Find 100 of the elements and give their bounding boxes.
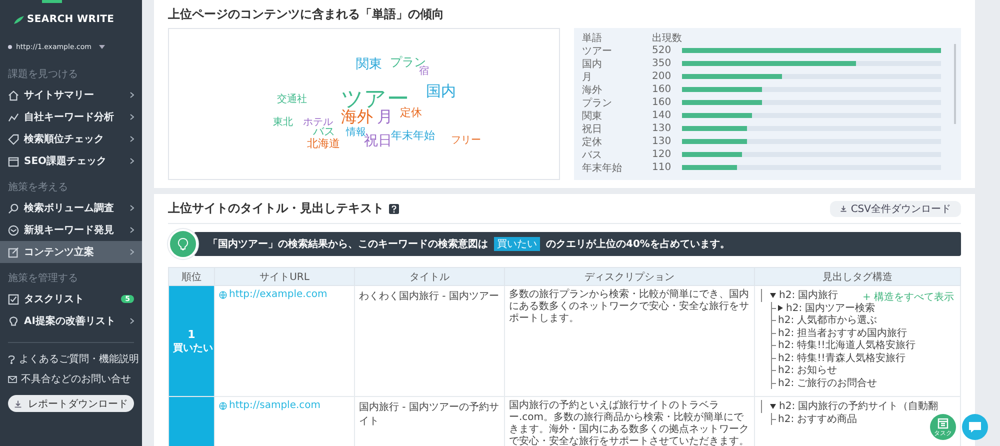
heading-item: h2: ご旅行のお問合せ [778,376,878,390]
count-value: 160 [652,84,672,95]
nav-item[interactable]: 検索ボリューム調査 [0,197,142,219]
chevron-icon [130,92,134,98]
nav-item[interactable]: サイトサマリー [0,84,142,106]
heading-item: h2: 国内ツアー検索 [786,302,876,314]
heading-item: h2: 特集!!青森人気格安旅行 [778,352,906,365]
section-title: 上位ページのコンテンツに含まれる「単語」の傾向 [168,6,445,23]
insight-text: 「国内ツアー」の検索結果から、このキーワードの検索意図は [208,238,488,251]
edit-icon [8,246,19,258]
word-label: 国内 [582,58,603,70]
page-description: 多数の旅行プランから検索・比較が簡単にでき、国内にある数多くのネットワークで安心・安全な旅行をサポートします。 [509,289,750,325]
cloud-word: バス [313,126,335,137]
word-label: ツアー [582,44,613,58]
cloud-word: 祝日 [364,134,392,148]
nav-item[interactable]: 新規キーワード発見 [0,219,142,241]
home-icon [8,90,19,100]
help-link[interactable]: 不具合などのお問い合せ [0,369,142,389]
heading-item: h2: 特集!!北海道人気格安旅行 [778,338,916,352]
help-icon[interactable] [389,204,399,214]
report-download-button[interactable]: レポートダウンロード [8,395,134,412]
caret-icon [99,45,106,49]
column-header: 単語 [582,32,603,44]
toggle-icon[interactable] [770,292,776,298]
lightbulb-icon [168,229,198,259]
tag-icon [8,134,19,144]
help-link[interactable]: よくあるご質問・機能説明 [0,349,142,369]
chat-icon [968,421,982,433]
leaf-icon [14,16,24,24]
count-value: 130 [652,123,672,134]
chevron-icon [130,136,134,142]
heading-item: h2: おすすめ商品 [778,412,858,426]
cloud-word: 年末年始 [391,130,435,141]
cloud-word: 東北 [273,118,293,128]
logo-text: SEARCH WRITE [27,14,114,25]
word-label: 月 [582,70,593,84]
count-value: 140 [652,110,672,121]
toggle-icon[interactable] [770,404,776,409]
download-icon [840,205,847,212]
chevron-icon [130,114,134,120]
cloud-word: 宿 [419,67,429,77]
insight-text: のクエリが上位の40%を占めています。 [546,238,730,251]
nav-item[interactable]: コンテンツ立案 [0,241,142,263]
calendar-icon [937,416,949,428]
section-label: 施策を管理する [7,272,79,286]
search-icon [8,202,19,214]
cloud-word: フリー [451,136,481,146]
toggle-icon[interactable] [778,304,783,311]
cloud-word: 交通社 [277,95,307,105]
globe-icon [219,402,227,410]
heading-item: h2: 国内旅行 [779,288,838,302]
word-label: プラン [582,96,613,110]
section-title: 上位サイトのタイトル・見出しテキスト [168,200,384,217]
count-value: 350 [652,58,672,69]
heading-item: h2: 国内旅行の予約サイト（自動翻 [779,400,938,414]
rank-cell [168,396,214,446]
column-header: ディスクリプション [504,268,754,286]
heading-item: h2: 人気都市から選ぶ [778,314,878,328]
column-header: 順位 [168,268,214,286]
page-title: 国内旅行 - 国内ツアーの予約サイト [359,402,499,427]
page-description: 国内旅行の予約といえば旅行サイトのトラベラー.com。多数の旅行商品から検索・比較が簡単にできます。海外・国内にある数多くの拠点ネットワークで安心・安全な旅行をサポートさせていただきます。 [509,400,750,446]
nav-item[interactable]: 自社キーワード分析 [0,106,142,128]
cloud-word: プラン [390,56,426,68]
chevron-icon [130,318,134,324]
question-icon [8,354,15,364]
cloud-word: 月 [377,109,393,125]
count-value: 120 [652,149,672,160]
cloud-word: ホテル [303,118,333,128]
nav-item[interactable]: SEO課題チェック [0,150,142,172]
nav-item[interactable]: 検索順位チェック [0,128,142,150]
section-label: 課題を見つける [7,68,79,82]
tab-marker [42,0,62,3]
chevron-icon [130,158,134,164]
word-label: 祝日 [582,122,603,136]
section-label: 施策を考える [7,180,69,195]
window-icon [8,156,19,166]
chevron-icon [130,205,134,211]
scrollbar[interactable] [954,44,956,124]
chart-icon [8,112,19,122]
rank-cell: 1 買いたい [168,286,214,396]
column-header: 出現数 [652,32,682,44]
word-label: バス [582,148,603,162]
column-header: サイトURL [214,268,354,286]
cloud-word: 北海道 [307,138,340,149]
cloud-word: 海外 [341,109,373,125]
mail-icon [8,376,17,382]
nav-item[interactable]: AI提案の改善リスト [0,310,142,332]
csv-download-button[interactable]: CSV全件ダウンロード [830,200,961,216]
intent-tag: 買いたい [494,237,540,251]
chevron-icon [130,249,134,255]
count-value: 160 [652,97,672,108]
count-value: 200 [652,71,672,82]
word-label: 年末年始 [582,162,623,174]
cloud-word: 関東 [356,58,382,71]
heading-item: h2: 担当者おすすめ国内旅行 [778,326,908,340]
word-label: 定休 [582,136,603,148]
download-icon [14,400,22,408]
check-icon [8,294,19,304]
bulb-icon [8,316,19,326]
heading-item: h2: お知らせ [778,364,838,378]
